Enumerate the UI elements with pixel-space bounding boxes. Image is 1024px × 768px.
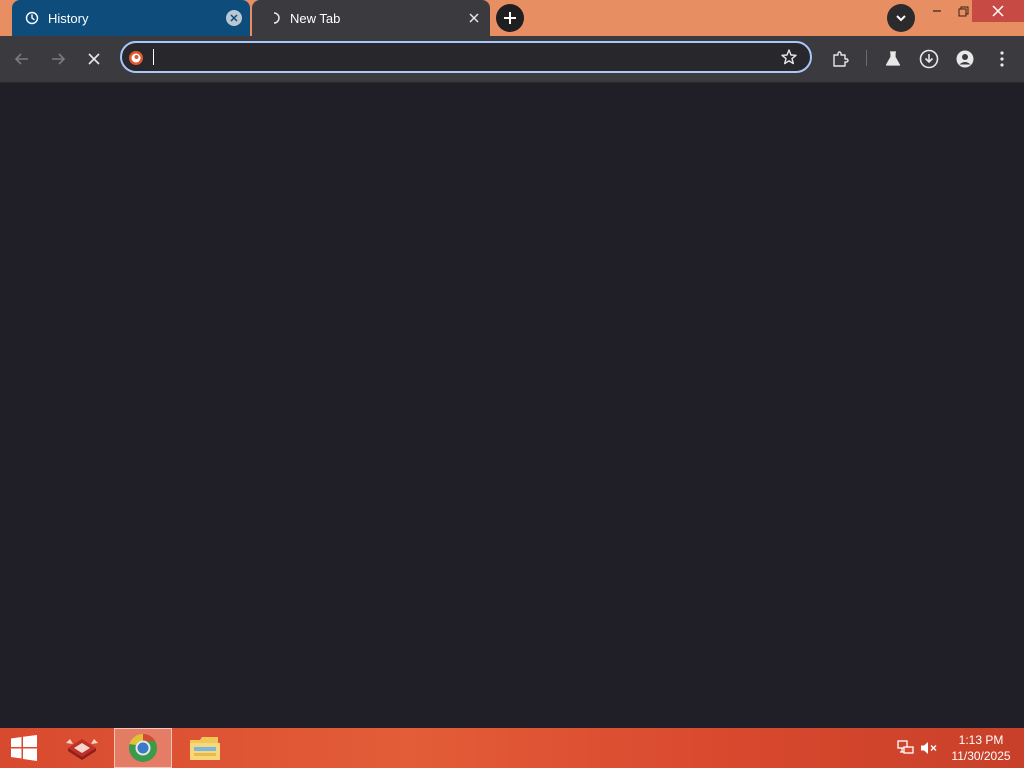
close-icon[interactable] [466,10,482,26]
bookmark-star-icon[interactable] [780,48,798,66]
clock-time: 1:13 PM [958,733,1004,747]
chrome-icon [129,733,157,762]
forward-arrow-icon [52,53,66,65]
tab-title: New Tab [290,10,341,26]
forward-button[interactable] [45,46,71,72]
toolbar-divider [866,50,867,66]
tab-strip: History New Tab [0,0,1024,36]
chevron-down-icon [896,15,906,22]
download-icon [919,49,939,69]
address-input[interactable] [152,46,776,70]
stop-icon [88,53,100,65]
back-arrow-icon [14,53,28,65]
taskbar-app-chrome[interactable] [114,728,172,768]
tab-title: History [48,10,89,26]
labs-button[interactable] [880,46,906,72]
duckduckgo-icon [129,51,143,65]
minimize-icon [933,10,941,12]
downloads-button[interactable] [916,46,942,72]
close-icon[interactable] [226,10,242,26]
history-icon [24,10,40,26]
plus-icon [504,12,516,24]
close-icon [992,5,1004,17]
address-bar[interactable] [120,41,812,73]
back-button[interactable] [9,46,35,72]
tab-history[interactable]: History [12,0,250,36]
page-content [0,83,1024,728]
menu-button[interactable] [989,46,1015,72]
network-icon[interactable] [897,740,915,756]
text-caret [153,49,154,65]
taskbar-app-explorer[interactable] [178,728,232,768]
avatar-icon [956,50,974,68]
tab-new-tab[interactable]: New Tab [252,0,490,36]
taskbar-app[interactable] [56,728,108,768]
volume-muted-icon[interactable] [920,740,938,756]
browser-window: History New Tab [0,0,1024,728]
windows-start-icon [11,735,37,761]
flask-icon [885,51,901,66]
more-vert-icon [1000,51,1004,67]
extensions-button[interactable] [827,46,853,72]
puzzle-icon [833,51,849,67]
stop-loading-button[interactable] [81,46,107,72]
taskbar-clock[interactable]: 1:13 PM 11/30/2025 [946,732,1016,764]
loading-spinner-icon [266,10,282,26]
clock-date: 11/30/2025 [951,749,1011,763]
tab-search-button[interactable] [887,4,915,32]
taskbar: 1:13 PM 11/30/2025 [0,728,1024,768]
window-close-button[interactable] [972,0,1024,22]
profile-button[interactable] [952,46,978,72]
file-explorer-icon [190,737,220,760]
restore-icon [958,6,968,16]
start-button[interactable] [0,728,48,768]
browser-toolbar [0,36,1024,83]
app-icon [66,739,98,760]
new-tab-button[interactable] [496,4,524,32]
